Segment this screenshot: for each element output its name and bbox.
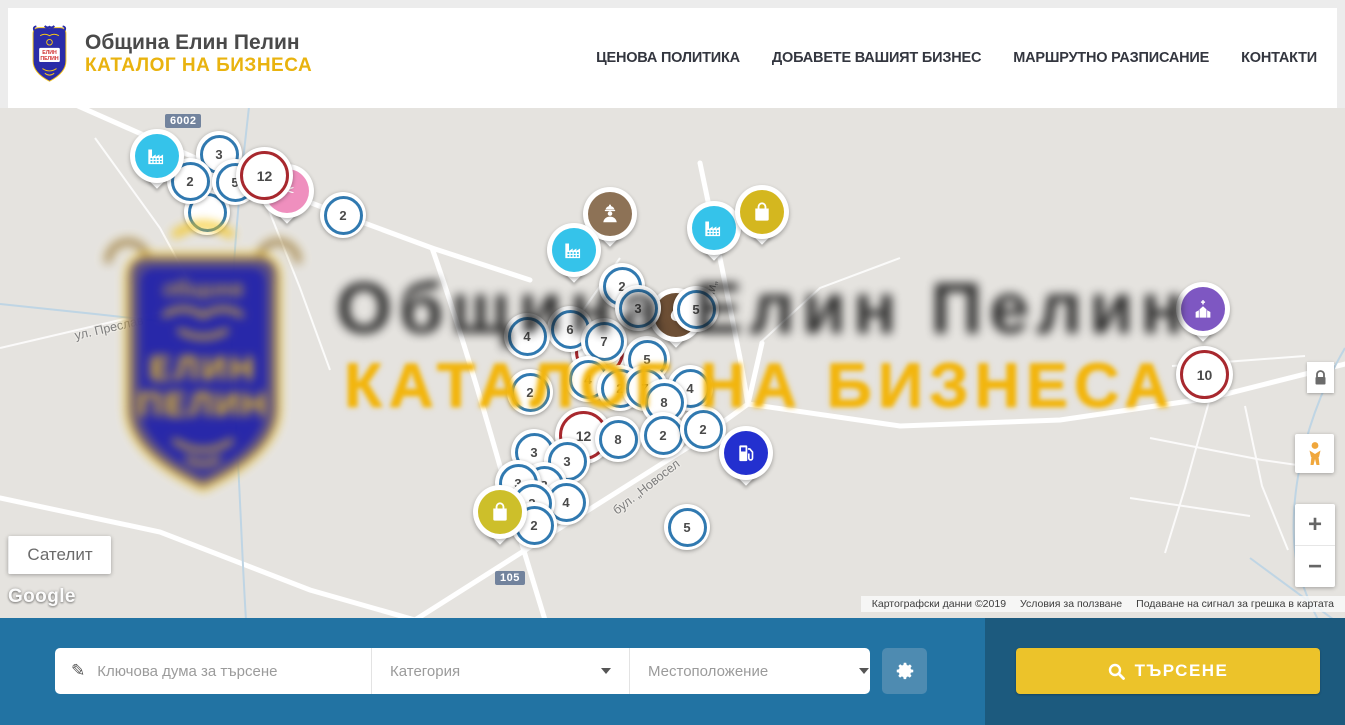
zoom-out-button[interactable]: − <box>1295 546 1335 587</box>
main-nav: ЦЕНОВА ПОЛИТИКА ДОБАВЕТЕ ВАШИЯТ БИЗНЕС М… <box>596 8 1317 108</box>
svg-text:ЕЛИН: ЕЛИН <box>42 50 57 56</box>
search-bar: ✎ Категория Местоположение ТЪРСЕНЕ <box>0 618 1345 725</box>
search-icon <box>1108 663 1125 680</box>
cluster-marker[interactable]: 8 <box>595 416 641 462</box>
location-select-value: Местоположение <box>648 663 768 680</box>
nav-item-route-schedule[interactable]: МАРШРУТНО РАЗПИСАНИЕ <box>1013 50 1209 66</box>
chevron-down-icon <box>601 668 611 674</box>
nav-item-add-business[interactable]: ДОБАВЕТЕ ВАШИЯТ БИЗНЕС <box>772 50 981 66</box>
church-icon <box>1190 296 1216 322</box>
cluster-marker[interactable]: 3 <box>615 285 661 331</box>
municipality-emblem-icon: ЕЛИН ПЕЛИН <box>26 24 73 84</box>
gear-icon <box>894 660 916 682</box>
category-select[interactable]: Категория <box>371 648 629 694</box>
location-select[interactable]: Местоположение <box>629 648 887 694</box>
markers-layer: 133251222356475422748128223383432510✂600… <box>0 108 1345 618</box>
fuel-pump-icon <box>733 440 759 466</box>
advanced-settings-button[interactable] <box>882 648 927 694</box>
cluster-marker[interactable]: 2 <box>507 369 553 415</box>
street-label: ул. Преслав <box>73 313 145 342</box>
cluster-marker[interactable]: 10 <box>1176 346 1233 403</box>
factory-icon <box>561 237 587 263</box>
pencil-icon: ✎ <box>71 661 85 681</box>
factory-poi-pin[interactable] <box>130 129 184 195</box>
terms-link[interactable]: Условия за ползване <box>1013 598 1129 610</box>
cluster-marker[interactable]: 5 <box>664 504 710 550</box>
svg-text:ПЕЛИН: ПЕЛИН <box>40 56 58 62</box>
nav-item-pricing[interactable]: ЦЕНОВА ПОЛИТИКА <box>596 50 740 66</box>
keyword-field: ✎ <box>55 648 371 694</box>
report-error-link[interactable]: Подаване на сигнал за грешка в картата <box>1129 598 1341 610</box>
map-type-control: Карта Сателит <box>8 536 111 574</box>
map-type-satellite-button[interactable]: Сателит <box>8 536 111 574</box>
pegman-control[interactable] <box>1295 434 1334 473</box>
logo-subtitle: КАТАЛОГ НА БИЗНЕСА <box>85 55 312 77</box>
attribution-copyright: Картографски данни ©2019 <box>865 598 1013 610</box>
cluster-marker[interactable]: 2 <box>320 192 366 238</box>
zoom-control: + − <box>1295 504 1335 587</box>
map-attribution: Картографски данни ©2019 Условия за полз… <box>861 596 1345 612</box>
shopping-bag-icon <box>749 199 775 225</box>
header: ЕЛИН ПЕЛИН Община Елин Пелин КАТАЛОГ НА … <box>8 8 1337 108</box>
logo-text: Община Елин Пелин КАТАЛОГ НА БИЗНЕСА <box>85 31 312 77</box>
cluster-marker[interactable]: 12 <box>236 147 293 204</box>
cluster-marker[interactable]: 5 <box>673 286 719 332</box>
nav-item-contacts[interactable]: КОНТАКТИ <box>1241 50 1317 66</box>
search-group: ✎ Категория Местоположение <box>55 648 870 694</box>
lock-icon <box>1314 370 1327 386</box>
logo-title: Община Елин Пелин <box>85 31 312 55</box>
zoom-in-button[interactable]: + <box>1295 504 1335 546</box>
fuel-poi-pin[interactable] <box>719 426 773 492</box>
map-canvas[interactable]: 133251222356475422748128223383432510✂600… <box>0 108 1345 618</box>
bag-poi-pin[interactable] <box>473 485 527 551</box>
factory-poi-pin[interactable] <box>687 201 741 267</box>
chevron-down-icon <box>859 668 869 674</box>
streetview-lock-button[interactable] <box>1307 362 1334 393</box>
bag-poi-pin[interactable] <box>735 185 789 251</box>
shopping-bag-icon <box>487 499 513 525</box>
search-button-label: ТЪРСЕНЕ <box>1135 661 1229 681</box>
site-logo[interactable]: ЕЛИН ПЕЛИН Община Елин Пелин КАТАЛОГ НА … <box>26 24 312 84</box>
road-number-badge: 105 <box>495 571 525 585</box>
road-number-badge: 6002 <box>165 114 201 128</box>
google-logo[interactable]: Google <box>8 586 76 608</box>
factory-poi-pin[interactable] <box>547 223 601 289</box>
keyword-input[interactable] <box>95 662 339 681</box>
category-select-value: Категория <box>390 663 460 680</box>
factory-icon <box>701 215 727 241</box>
factory-icon <box>144 143 170 169</box>
search-button[interactable]: ТЪРСЕНЕ <box>1016 648 1320 694</box>
cluster-marker[interactable]: 4 <box>504 313 550 359</box>
cluster-marker[interactable]: 2 <box>640 412 686 458</box>
pegman-icon <box>1304 441 1326 467</box>
church-poi-pin[interactable] <box>1176 282 1230 348</box>
